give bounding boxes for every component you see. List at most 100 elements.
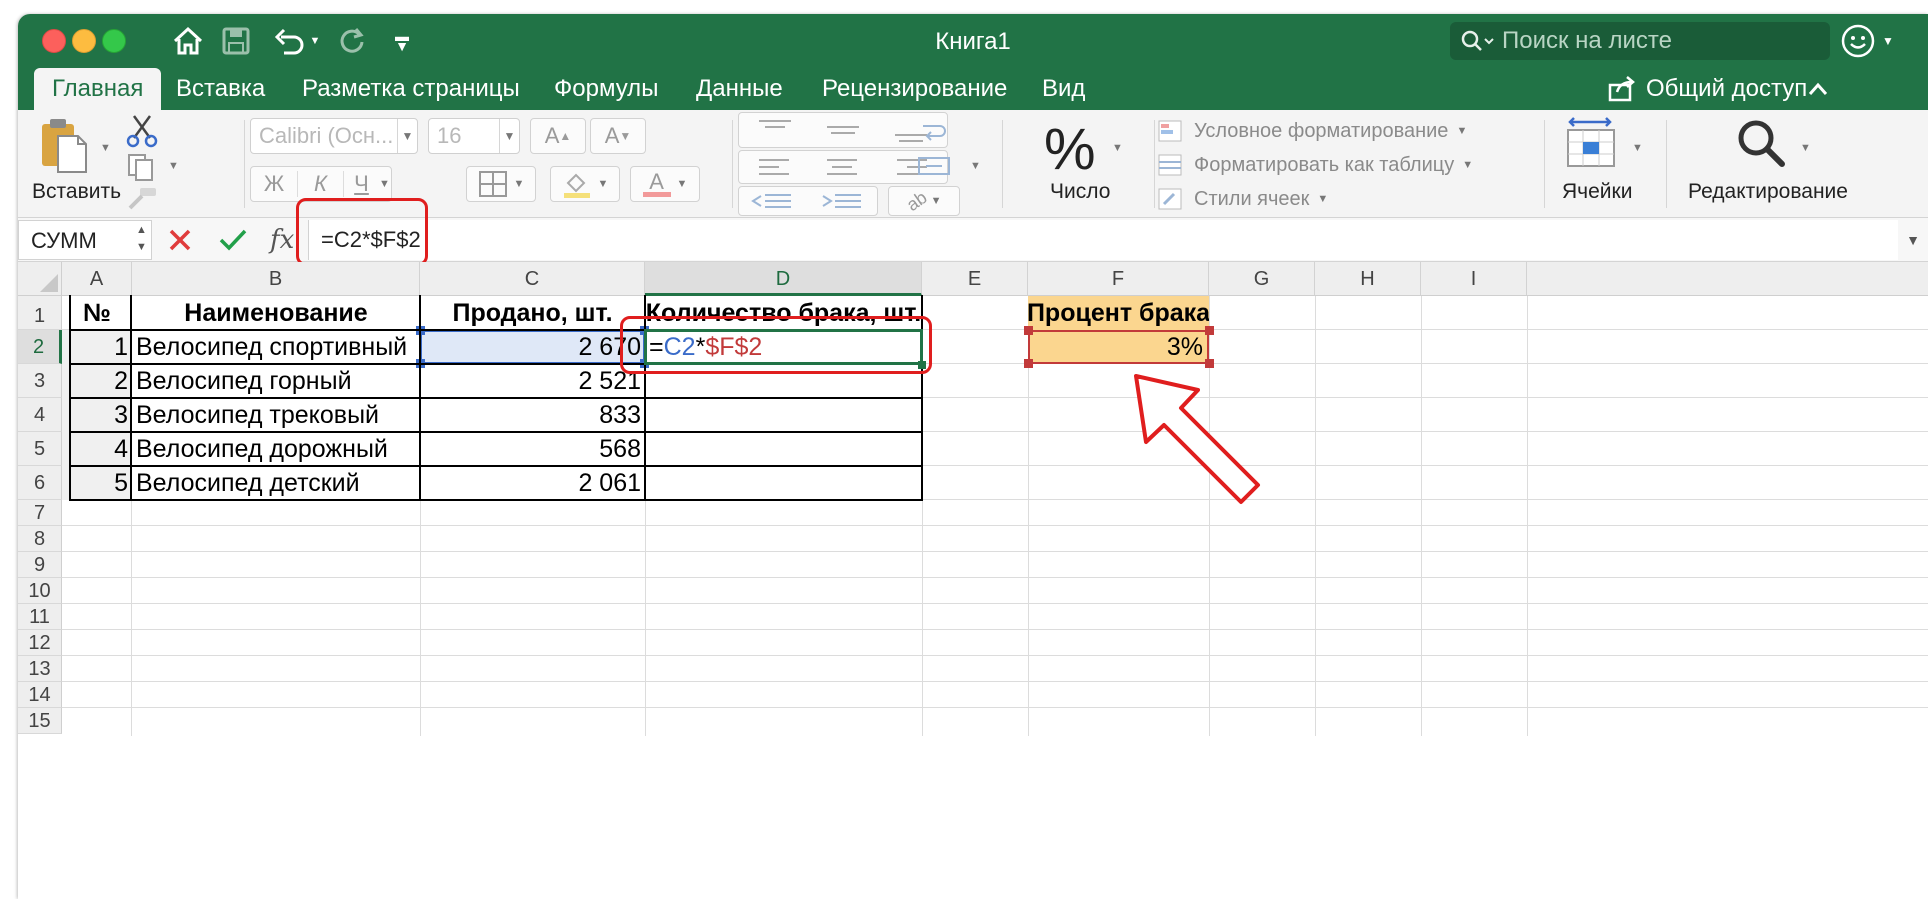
active-cell-d2[interactable]: = C2 * $F$2 bbox=[644, 329, 923, 365]
customize-icon[interactable]: ▬ ▼ bbox=[382, 24, 422, 58]
table-cell-no[interactable]: 4 bbox=[62, 432, 132, 466]
tab-home[interactable]: Главная bbox=[34, 68, 162, 110]
number-format-button[interactable]: % ▼ Число bbox=[1030, 116, 1130, 210]
row-header-11[interactable]: 11 bbox=[18, 604, 62, 630]
search-input[interactable]: Поиск на листе bbox=[1502, 27, 1672, 55]
row-header-4[interactable]: 4 bbox=[18, 398, 62, 432]
row-header-2[interactable]: 2 bbox=[18, 330, 62, 364]
formula-input[interactable]: =C2*$F$2 bbox=[308, 220, 1898, 260]
column-header-h[interactable]: H bbox=[1315, 262, 1421, 296]
row-header-1[interactable]: 1 bbox=[18, 296, 62, 330]
row-header-13[interactable]: 13 bbox=[18, 656, 62, 682]
row-header-15[interactable]: 15 bbox=[18, 708, 62, 734]
table-cell-name[interactable]: Велосипед спортивный bbox=[132, 330, 420, 364]
table-cell-sold[interactable]: 2 670 bbox=[420, 330, 645, 364]
row-header-7[interactable]: 7 bbox=[18, 500, 62, 526]
table-cell-name[interactable]: Велосипед горный bbox=[132, 364, 420, 398]
expand-formula-bar-icon[interactable]: ▼ bbox=[1906, 218, 1920, 262]
column-header-i[interactable]: I bbox=[1421, 262, 1527, 296]
column-header-d[interactable]: D bbox=[645, 262, 922, 296]
home-icon[interactable] bbox=[168, 24, 208, 58]
tab-formulas[interactable]: Формулы bbox=[554, 68, 658, 110]
cancel-entry-icon[interactable] bbox=[168, 218, 192, 262]
tab-page-layout[interactable]: Разметка страницы bbox=[302, 68, 520, 110]
table-cell-sold[interactable]: 833 bbox=[420, 398, 645, 432]
name-box-dropdown-icon[interactable]: ▲ ▼ bbox=[136, 222, 147, 256]
decrease-font-button[interactable]: A ▼ bbox=[590, 118, 646, 154]
column-header-e[interactable]: E bbox=[922, 262, 1028, 296]
wrap-text-icon[interactable] bbox=[920, 120, 952, 146]
row-header-10[interactable]: 10 bbox=[18, 578, 62, 604]
column-header-a[interactable]: A bbox=[62, 262, 132, 296]
table-cell-name[interactable]: Велосипед трековый bbox=[132, 398, 420, 432]
table-cell-no[interactable]: 5 bbox=[62, 466, 132, 500]
insert-function-icon[interactable]: fx bbox=[270, 218, 294, 262]
undo-icon[interactable]: ▼ bbox=[268, 24, 324, 58]
table-cell-name[interactable]: Велосипед детский bbox=[132, 466, 420, 500]
increase-font-button[interactable]: A ▲ bbox=[530, 118, 586, 154]
conditional-formatting-button[interactable]: Условное форматирование ▼ bbox=[1158, 116, 1467, 146]
font-name-select[interactable]: Calibri (Осн... ▼ bbox=[250, 118, 418, 154]
format-painter-icon[interactable] bbox=[126, 186, 162, 212]
column-header-g[interactable]: G bbox=[1209, 262, 1315, 296]
save-icon[interactable] bbox=[216, 24, 256, 58]
table-cell-no[interactable]: 3 bbox=[62, 398, 132, 432]
header-defect-cell[interactable]: Количество брака, шт. bbox=[645, 296, 922, 330]
redo-icon[interactable] bbox=[332, 24, 372, 58]
copy-icon[interactable]: ▼ bbox=[126, 152, 186, 182]
font-color-button[interactable]: A ▼ bbox=[630, 166, 700, 202]
row-header-9[interactable]: 9 bbox=[18, 552, 62, 578]
borders-button[interactable]: ▼ bbox=[466, 166, 536, 202]
tab-view[interactable]: Вид bbox=[1042, 68, 1085, 110]
header-sold-cell[interactable]: Продано, шт. bbox=[420, 296, 645, 330]
editing-button[interactable]: ▼ Редактирование bbox=[1688, 116, 1864, 210]
indent-group[interactable] bbox=[738, 186, 878, 216]
select-all-button[interactable] bbox=[18, 262, 62, 296]
minimize-window-button[interactable] bbox=[72, 29, 96, 53]
italic-button[interactable]: К bbox=[297, 171, 343, 197]
column-header-f[interactable]: F bbox=[1028, 262, 1209, 296]
sheet-search[interactable]: Поиск на листе bbox=[1450, 22, 1830, 60]
share-button[interactable]: Общий доступ bbox=[1608, 68, 1807, 110]
row-header-3[interactable]: 3 bbox=[18, 364, 62, 398]
table-cell-sold[interactable]: 2 521 bbox=[420, 364, 645, 398]
cells-button[interactable]: ▼ Ячейки bbox=[1558, 116, 1648, 210]
percent-header-cell[interactable]: Процент брака bbox=[1028, 296, 1209, 330]
column-header-c[interactable]: C bbox=[420, 262, 645, 296]
tab-insert[interactable]: Вставка bbox=[176, 68, 265, 110]
vertical-align-group[interactable] bbox=[738, 112, 948, 148]
merge-cells-icon[interactable]: ▼ bbox=[916, 154, 986, 180]
tab-review[interactable]: Рецензирование bbox=[822, 68, 1007, 110]
table-cell-sold[interactable]: 2 061 bbox=[420, 466, 645, 500]
row-header-12[interactable]: 12 bbox=[18, 630, 62, 656]
close-window-button[interactable] bbox=[42, 29, 66, 53]
cut-icon[interactable] bbox=[124, 114, 164, 148]
fill-color-button[interactable]: ▼ bbox=[550, 166, 620, 202]
underline-button[interactable]: Ч bbox=[343, 171, 379, 197]
row-header-8[interactable]: 8 bbox=[18, 526, 62, 552]
user-icon[interactable]: ▼ bbox=[1840, 22, 1894, 60]
table-cell-no[interactable]: 2 bbox=[62, 364, 132, 398]
row-header-5[interactable]: 5 bbox=[18, 432, 62, 466]
row-header-14[interactable]: 14 bbox=[18, 682, 62, 708]
header-no-cell[interactable]: № bbox=[62, 296, 132, 330]
format-as-table-button[interactable]: Форматировать как таблицу ▼ bbox=[1158, 150, 1473, 180]
fill-handle[interactable] bbox=[918, 361, 926, 369]
font-size-select[interactable]: 16 ▼ bbox=[428, 118, 520, 154]
paste-button[interactable]: ▼ Вставить bbox=[32, 116, 121, 204]
table-cell-sold[interactable]: 568 bbox=[420, 432, 645, 466]
header-name-cell[interactable]: Наименование bbox=[132, 296, 420, 330]
bold-button[interactable]: Ж bbox=[251, 171, 297, 197]
percent-value-cell[interactable]: 3% bbox=[1028, 330, 1209, 364]
cell-styles-button[interactable]: Стили ячеек ▼ bbox=[1158, 184, 1328, 214]
confirm-entry-icon[interactable] bbox=[218, 218, 248, 262]
row-header-6[interactable]: 6 bbox=[18, 466, 62, 500]
orientation-button[interactable]: ab ▼ bbox=[888, 186, 960, 216]
column-header-b[interactable]: B bbox=[132, 262, 420, 296]
table-cell-no[interactable]: 1 bbox=[62, 330, 132, 364]
table-cell-name[interactable]: Велосипед дорожный bbox=[132, 432, 420, 466]
name-box[interactable]: СУММ bbox=[18, 220, 152, 260]
maximize-window-button[interactable] bbox=[102, 29, 126, 53]
collapse-ribbon-icon[interactable] bbox=[1808, 68, 1828, 110]
tab-data[interactable]: Данные bbox=[696, 68, 783, 110]
